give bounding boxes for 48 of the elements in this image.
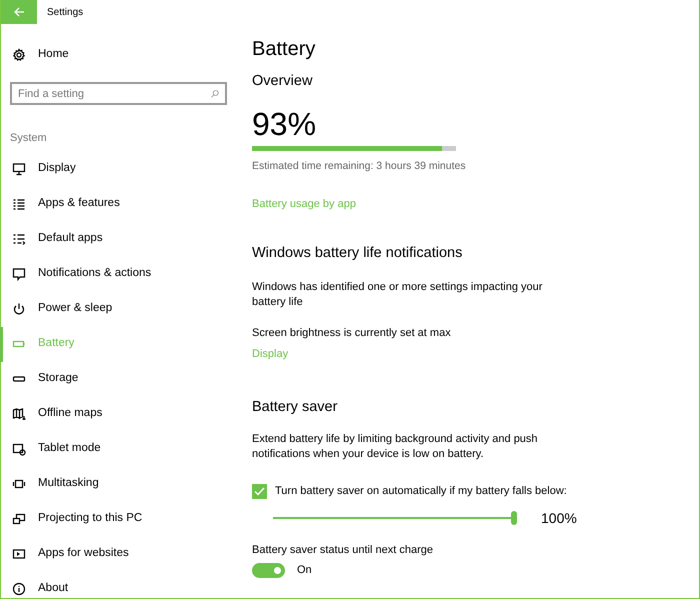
sidebar-item[interactable]: Apps & features	[0, 186, 241, 222]
status-label: Battery saver status until next charge	[252, 542, 434, 558]
web-app-icon	[12, 547, 26, 561]
saver-description: Extend battery life by limiting background activity and push notifications when your device is low on battery.	[252, 432, 539, 462]
power-icon	[12, 302, 26, 316]
gear-icon	[12, 48, 26, 62]
sidebar-item[interactable]: Storage	[0, 362, 241, 396]
section-heading: Battery saver	[252, 398, 338, 416]
window-title: Settings	[47, 6, 84, 20]
message-icon	[12, 267, 26, 281]
section-heading: Windows battery life notifications	[252, 245, 464, 263]
list-icon	[12, 197, 26, 211]
sidebar-item[interactable]: Multitasking	[0, 466, 241, 502]
toggle-state: On	[297, 562, 312, 578]
multitask-icon	[12, 477, 26, 491]
checkbox[interactable]	[252, 484, 267, 499]
projector-icon	[12, 512, 26, 526]
list-icon	[12, 232, 26, 246]
toggle-switch[interactable]	[252, 562, 285, 578]
back-arrow-icon	[14, 7, 24, 17]
sidebar-item[interactable]: Tablet mode	[0, 432, 241, 466]
sidebar-item[interactable]: Display	[0, 152, 241, 186]
sidebar-item[interactable]: Projecting to this PC	[0, 502, 241, 536]
sidebar-item[interactable]: Notifications & actions	[0, 256, 241, 292]
estimate-text: Estimated time remaining: 3 hours 39 minutes	[252, 159, 467, 174]
section-heading: Overview	[252, 73, 314, 90]
home-item[interactable]: Home	[0, 37, 241, 72]
slider-thumb[interactable]	[511, 511, 517, 526]
section-heading: System	[9, 131, 47, 146]
back-button[interactable]	[1, 0, 37, 24]
sidebar-item[interactable]: Apps for websites	[0, 536, 241, 572]
sidebar-item[interactable]: Default apps	[0, 222, 241, 256]
search-field[interactable]: Find a setting	[10, 82, 227, 105]
check-icon	[254, 486, 265, 496]
notification-text: Windows has identified one or more settings impacting your battery life	[252, 280, 544, 310]
map-icon	[12, 407, 26, 421]
sidebar-item[interactable]: About	[0, 572, 241, 599]
battery-percentage: 93%	[252, 108, 318, 140]
brightness-text: Screen brightness is currently set at max	[252, 326, 452, 341]
sidebar-item[interactable]: Power & sleep	[0, 292, 241, 326]
tablet-icon	[12, 442, 26, 456]
slider-value: 100%	[541, 508, 577, 528]
page-title: Battery	[252, 37, 316, 61]
display-icon	[12, 162, 26, 176]
info-icon	[12, 582, 26, 596]
search-icon	[210, 89, 220, 99]
sidebar-item[interactable]: Offline maps	[0, 396, 241, 432]
checkbox-label: Turn battery saver on automatically if my battery falls below:	[275, 484, 567, 499]
